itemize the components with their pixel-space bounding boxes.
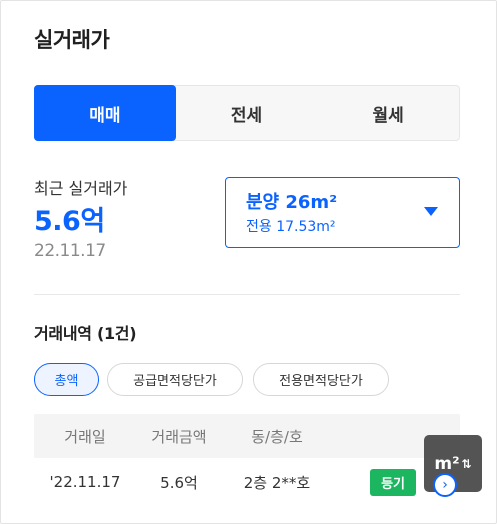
trade-type-tabs: 매매 전세 월세: [34, 85, 460, 141]
row-badge-cell: 등기: [332, 468, 416, 496]
table-row[interactable]: '22.11.17 5.6억 2층 2**호 등기: [34, 458, 460, 506]
recent-price-date: 22.11.17: [34, 241, 106, 261]
filter-exclusive-unit-price[interactable]: 전용면적당단가: [253, 363, 389, 396]
history-table: 거래일 거래금액 동/층/호 '22.11.17 5.6억 2층 2**호 등기: [34, 414, 460, 506]
area-exclusive-label: 전용 17.53m²: [246, 219, 336, 235]
recent-price-value: 5.6억: [34, 206, 105, 237]
row-date: '22.11.17: [49, 473, 121, 491]
area-type-dropdown[interactable]: 분양 26m² 전용 17.53m²: [225, 177, 460, 248]
table-header: 거래일 거래금액 동/층/호: [34, 414, 460, 458]
swap-arrows-icon: ⇅: [461, 456, 472, 471]
unit-label: m²: [434, 453, 460, 474]
tab-monthly-rent[interactable]: 월세: [317, 86, 459, 140]
column-header-amount: 거래금액: [151, 427, 207, 446]
registry-badge[interactable]: 등기: [370, 468, 416, 496]
filter-supply-unit-price[interactable]: 공급면적당단가: [107, 363, 243, 396]
real-transaction-price-card: 실거래가 매매 전세 월세 최근 실거래가 5.6억 22.11.17 분양 2…: [0, 0, 497, 524]
tab-sale[interactable]: 매매: [34, 85, 176, 141]
area-supply-label: 분양 26m²: [246, 192, 338, 213]
row-amount: 5.6억: [160, 473, 198, 492]
divider: [34, 294, 460, 295]
column-header-date: 거래일: [64, 427, 106, 446]
section-title: 실거래가: [34, 28, 110, 52]
caret-down-icon: [424, 207, 438, 216]
chevron-right-icon[interactable]: ›: [433, 473, 457, 497]
column-header-unit: 동/층/호: [251, 427, 303, 446]
history-title: 거래내역 (1건): [34, 324, 137, 343]
recent-price-label: 최근 실거래가: [34, 179, 128, 198]
filter-total[interactable]: 총액: [34, 363, 99, 396]
tab-jeonse[interactable]: 전세: [176, 86, 318, 140]
row-unit: 2층 2**호: [243, 473, 311, 492]
